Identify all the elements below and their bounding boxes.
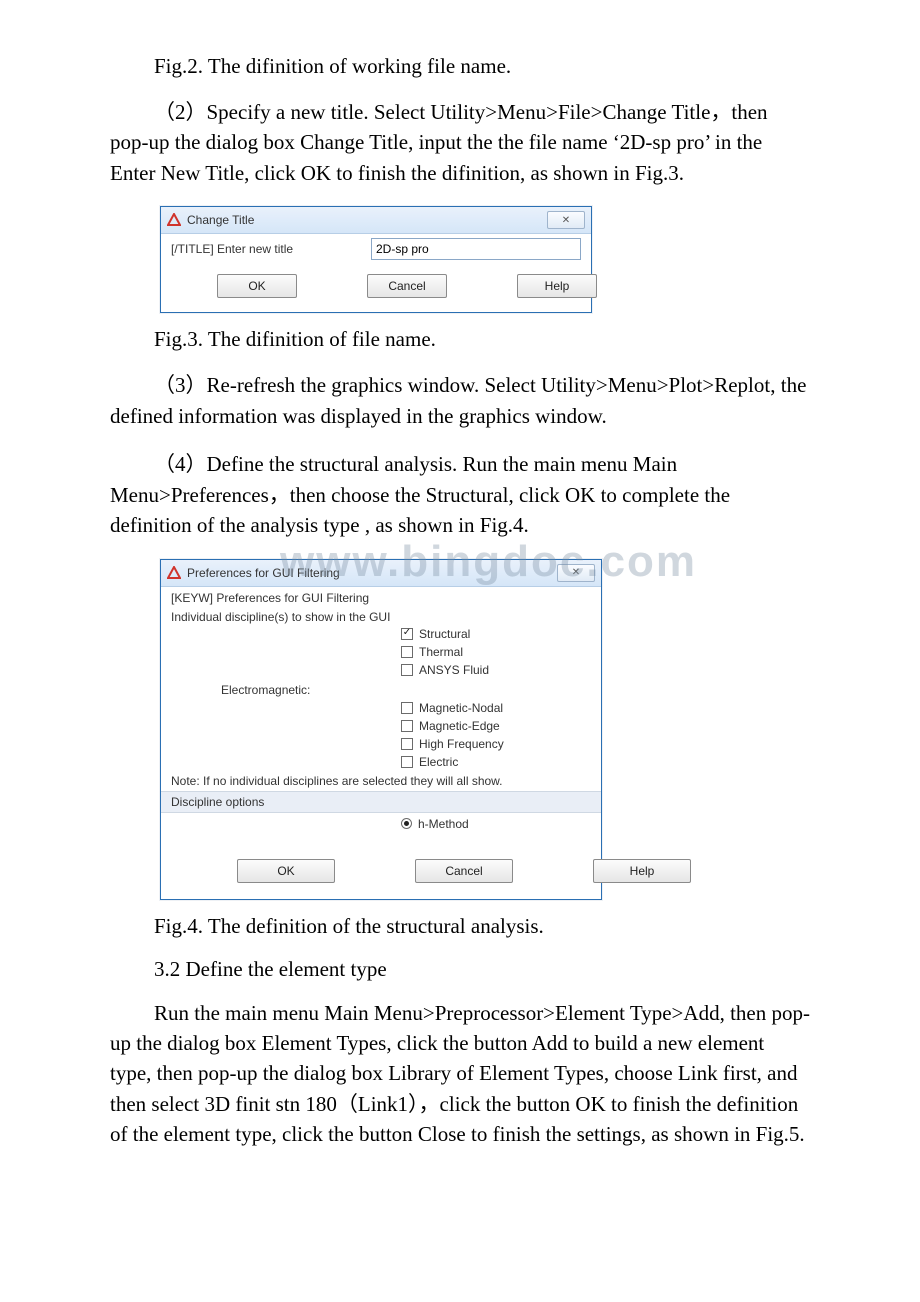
paragraph-2: （2）Specify a new title. Select Utility>M… bbox=[110, 97, 810, 188]
note-line: Note: If no individual disciplines are s… bbox=[161, 771, 601, 792]
checkbox-icon[interactable] bbox=[401, 646, 413, 658]
checkbox-icon[interactable] bbox=[401, 720, 413, 732]
ansys-fluid-label: ANSYS Fluid bbox=[419, 663, 489, 677]
help-button[interactable]: Help bbox=[517, 274, 597, 298]
checkbox-icon[interactable] bbox=[401, 702, 413, 714]
electric-label: Electric bbox=[419, 755, 458, 769]
h-method-row[interactable]: h-Method bbox=[161, 813, 601, 835]
radio-icon[interactable] bbox=[401, 818, 412, 829]
titlebar: Preferences for GUI Filtering ✕ bbox=[161, 560, 601, 587]
dialog-title: Preferences for GUI Filtering bbox=[187, 566, 557, 580]
individual-disc-line: Individual discipline(s) to show in the … bbox=[161, 606, 601, 625]
high-freq-label: High Frequency bbox=[419, 737, 504, 751]
help-button[interactable]: Help bbox=[593, 859, 691, 883]
structural-row[interactable]: Structural bbox=[161, 625, 601, 643]
mag-nodal-row[interactable]: Magnetic-Nodal bbox=[161, 699, 601, 717]
dialog-title: Change Title bbox=[187, 213, 547, 227]
ok-button[interactable]: OK bbox=[217, 274, 297, 298]
new-title-label: [/TITLE] Enter new title bbox=[171, 242, 371, 256]
ansys-logo-icon bbox=[167, 566, 181, 580]
mag-edge-row[interactable]: Magnetic-Edge bbox=[161, 717, 601, 735]
paragraph-4: （4）Define the structural analysis. Run t… bbox=[110, 449, 810, 540]
cancel-button[interactable]: Cancel bbox=[415, 859, 513, 883]
section-3-2-heading: 3.2 Define the element type bbox=[110, 957, 810, 982]
checkbox-icon[interactable] bbox=[401, 664, 413, 676]
change-title-dialog: Change Title ✕ [/TITLE] Enter new title … bbox=[160, 206, 592, 313]
paragraph-5: Run the main menu Main Menu>Preprocessor… bbox=[110, 998, 810, 1150]
keyw-line: [KEYW] Preferences for GUI Filtering bbox=[161, 587, 601, 606]
thermal-row[interactable]: Thermal bbox=[161, 643, 601, 661]
mag-edge-label: Magnetic-Edge bbox=[419, 719, 500, 733]
electric-row[interactable]: Electric bbox=[161, 753, 601, 771]
paragraph-3: （3）Re-refresh the graphics window. Selec… bbox=[110, 370, 810, 431]
h-method-label: h-Method bbox=[418, 817, 469, 831]
close-button[interactable]: ✕ bbox=[547, 211, 585, 229]
thermal-label: Thermal bbox=[419, 645, 463, 659]
titlebar: Change Title ✕ bbox=[161, 207, 591, 234]
checkbox-icon[interactable] bbox=[401, 628, 413, 640]
checkbox-icon[interactable] bbox=[401, 756, 413, 768]
preferences-dialog: Preferences for GUI Filtering ✕ [KEYW] P… bbox=[160, 559, 602, 900]
discipline-options-label: Discipline options bbox=[161, 792, 601, 813]
ansys-logo-icon bbox=[167, 213, 181, 227]
fig3-caption: Fig.3. The difinition of file name. bbox=[110, 327, 810, 352]
fig4-caption: Fig.4. The definition of the structural … bbox=[110, 914, 810, 939]
checkbox-icon[interactable] bbox=[401, 738, 413, 750]
fig2-caption: Fig.2. The difinition of working file na… bbox=[110, 54, 810, 79]
electromagnetic-label: Electromagnetic: bbox=[161, 679, 601, 699]
high-freq-row[interactable]: High Frequency bbox=[161, 735, 601, 753]
close-button[interactable]: ✕ bbox=[557, 564, 595, 582]
structural-label: Structural bbox=[419, 627, 470, 641]
ok-button[interactable]: OK bbox=[237, 859, 335, 883]
new-title-input[interactable] bbox=[371, 238, 581, 260]
mag-nodal-label: Magnetic-Nodal bbox=[419, 701, 503, 715]
ansys-fluid-row[interactable]: ANSYS Fluid bbox=[161, 661, 601, 679]
cancel-button[interactable]: Cancel bbox=[367, 274, 447, 298]
